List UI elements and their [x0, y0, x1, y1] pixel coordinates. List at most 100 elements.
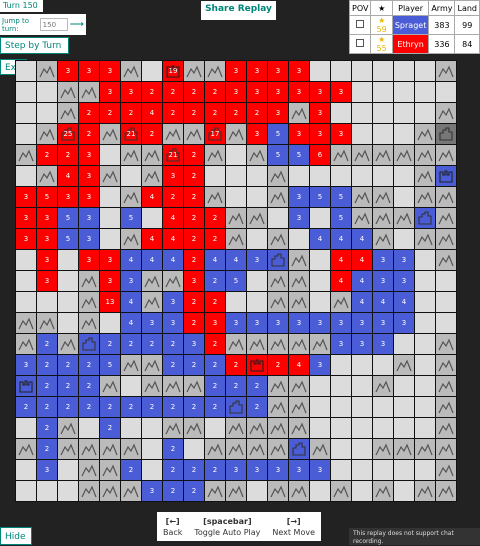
tile-empty[interactable]: [415, 460, 435, 480]
tile-mountain[interactable]: [121, 145, 141, 165]
tile-mountain[interactable]: [268, 376, 288, 396]
tile-mountain[interactable]: [163, 271, 183, 291]
tile-blue[interactable]: 4: [310, 229, 330, 249]
tile-empty[interactable]: [310, 208, 330, 228]
tile-blue[interactable]: 2: [205, 271, 225, 291]
tile-mountain[interactable]: [394, 355, 414, 375]
tile-red[interactable]: 3: [268, 61, 288, 81]
hide-button[interactable]: Hide: [0, 527, 32, 545]
tile-red[interactable]: 3: [247, 61, 267, 81]
tile-red[interactable]: 3: [16, 208, 36, 228]
tile-blue[interactable]: 3: [247, 460, 267, 480]
tile-blue[interactable]: 2: [58, 355, 78, 375]
tile-empty[interactable]: [142, 61, 162, 81]
tile-empty[interactable]: [247, 481, 267, 501]
tile-mountain[interactable]: [268, 439, 288, 459]
tile-empty[interactable]: [58, 292, 78, 312]
tile-red[interactable]: 4: [142, 103, 162, 123]
tile-mountain[interactable]: [16, 145, 36, 165]
tile-mountain[interactable]: [205, 187, 225, 207]
tile-mountain[interactable]: [226, 124, 246, 144]
tile-blue[interactable]: 3: [37, 460, 57, 480]
tile-mountain[interactable]: [436, 103, 456, 123]
tile-mountain[interactable]: [415, 229, 435, 249]
tile-red[interactable]: 3: [268, 82, 288, 102]
tile-empty[interactable]: [394, 124, 414, 144]
tile-empty[interactable]: [268, 208, 288, 228]
tile-mountain[interactable]: [436, 460, 456, 480]
tile-blue[interactable]: 3: [226, 460, 246, 480]
tile-mountain[interactable]: [310, 334, 330, 354]
tile-empty[interactable]: [142, 418, 162, 438]
tile-mountain[interactable]: [247, 208, 267, 228]
tile-empty[interactable]: [394, 61, 414, 81]
tile-blue[interactable]: 3: [163, 313, 183, 333]
tile-empty[interactable]: [16, 292, 36, 312]
tile-mountain[interactable]: [37, 166, 57, 186]
tile-mountain[interactable]: [226, 418, 246, 438]
jump-go-button[interactable]: ⟶: [69, 18, 84, 31]
tile-red[interactable]: 4: [331, 271, 351, 291]
tile-empty[interactable]: [37, 481, 57, 501]
tile-blue[interactable]: 3: [289, 313, 309, 333]
tile-empty[interactable]: [352, 418, 372, 438]
pov-checkbox-cell[interactable]: [348, 15, 372, 35]
tile-blue[interactable]: 3: [79, 229, 99, 249]
tile-mountain[interactable]: [268, 187, 288, 207]
tile-mountain[interactable]: [268, 418, 288, 438]
tile-empty[interactable]: [394, 460, 414, 480]
tile-mountain[interactable]: [247, 334, 267, 354]
tile-empty[interactable]: [16, 82, 36, 102]
tile-red[interactable]: 3: [58, 61, 78, 81]
share-replay-button[interactable]: Share Replay: [201, 1, 276, 20]
tile-mountain[interactable]: [289, 271, 309, 291]
tile-empty[interactable]: [310, 61, 330, 81]
pov-checkbox[interactable]: [356, 39, 365, 47]
back-control[interactable]: [←] Back: [163, 516, 182, 538]
tile-mountain[interactable]: [436, 418, 456, 438]
tile-empty[interactable]: [415, 250, 435, 270]
tile-red[interactable]: 3: [289, 82, 309, 102]
tile-mountain[interactable]: [268, 229, 288, 249]
tile-empty[interactable]: [394, 187, 414, 207]
tile-red-city[interactable]: 25: [58, 124, 78, 144]
tile-blue[interactable]: 2: [37, 418, 57, 438]
tile-blue[interactable]: 3: [394, 313, 414, 333]
tile-empty[interactable]: [331, 103, 351, 123]
tile-empty[interactable]: [205, 418, 225, 438]
tile-mountain[interactable]: [142, 145, 162, 165]
tile-blue[interactable]: 2: [163, 397, 183, 417]
tile-empty[interactable]: [247, 271, 267, 291]
tile-red[interactable]: 2: [184, 187, 204, 207]
tile-red[interactable]: 2: [268, 355, 288, 375]
tile-mountain[interactable]: [373, 208, 393, 228]
tile-red[interactable]: 4: [163, 229, 183, 249]
tile-mountain[interactable]: [121, 61, 141, 81]
tile-red[interactable]: 4: [352, 250, 372, 270]
tile-red[interactable]: 3: [226, 82, 246, 102]
tile-mountain[interactable]: [142, 292, 162, 312]
tile-empty[interactable]: [205, 166, 225, 186]
tile-red[interactable]: 2: [205, 334, 225, 354]
tile-red[interactable]: 2: [184, 229, 204, 249]
tile-blue-city[interactable]: [268, 250, 288, 270]
tile-blue[interactable]: 3: [331, 334, 351, 354]
tile-blue[interactable]: 3: [289, 208, 309, 228]
tile-blue[interactable]: 4: [163, 250, 183, 270]
tile-mountain[interactable]: [289, 334, 309, 354]
tile-red[interactable]: 4: [142, 229, 162, 249]
tile-blue[interactable]: 3: [373, 271, 393, 291]
tile-blue[interactable]: 4: [121, 292, 141, 312]
tile-empty[interactable]: [415, 103, 435, 123]
tile-blue[interactable]: 5: [100, 355, 120, 375]
tile-blue[interactable]: 3: [310, 460, 330, 480]
tile-empty[interactable]: [415, 82, 435, 102]
tile-mountain[interactable]: [37, 124, 57, 144]
tile-mountain[interactable]: [373, 229, 393, 249]
tile-mountain[interactable]: [184, 376, 204, 396]
tile-mountain[interactable]: [289, 103, 309, 123]
tile-empty[interactable]: [331, 397, 351, 417]
tile-blue-city[interactable]: [289, 439, 309, 459]
tile-mountain[interactable]: [79, 460, 99, 480]
tile-empty[interactable]: [247, 166, 267, 186]
